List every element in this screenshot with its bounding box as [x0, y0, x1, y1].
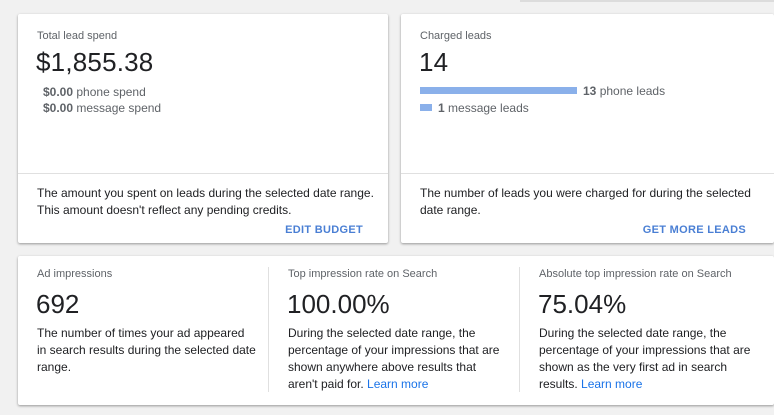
leads-value: 14 [419, 47, 449, 77]
metric-separator [268, 267, 269, 392]
top-divider-line [520, 0, 774, 2]
absolute-top-impression-rate-description: During the selected date range, the perc… [539, 325, 761, 393]
phone-leads-count: 13 [583, 84, 597, 98]
spend-description: The amount you spent on leads during the… [37, 186, 374, 217]
message-leads-label: message leads [448, 101, 529, 115]
charged-leads-card: Charged leads 14 13 phone leads 1 messag… [401, 14, 774, 243]
message-spend-label: message spend [76, 101, 162, 115]
phone-spend-label: phone spend [76, 85, 146, 99]
phone-leads-line: 13 phone leads [583, 84, 665, 98]
leads-description: The number of leads you were charged for… [420, 186, 751, 217]
card-divider [18, 173, 388, 174]
phone-leads-label: phone leads [599, 84, 666, 98]
message-spend-line: $0.00 message spend [43, 101, 161, 115]
impression-metrics-card: Ad impressions 692 The number of times y… [18, 256, 774, 405]
phone-spend-amount: $0.00 [43, 85, 74, 99]
spend-title: Total lead spend [37, 30, 118, 42]
edit-budget-button[interactable]: EDIT BUDGET [285, 224, 363, 236]
absolute-top-impression-rate-text: During the selected date range, the perc… [539, 326, 751, 391]
total-lead-spend-card: Total lead spend $1,855.38 $0.00 phone s… [18, 14, 388, 243]
message-leads-count: 1 [438, 101, 445, 115]
top-impression-rate-description: During the selected date range, the perc… [288, 325, 503, 393]
ad-impressions-description: The number of times your ad appeared in … [37, 325, 257, 376]
leads-title: Charged leads [420, 30, 492, 42]
learn-more-link[interactable]: Learn more [367, 377, 428, 391]
phone-leads-bar [420, 87, 577, 94]
phone-spend-line: $0.00 phone spend [43, 85, 146, 99]
top-impression-rate-value: 100.00% [287, 289, 390, 319]
spend-value: $1,855.38 [36, 47, 154, 77]
ad-impressions-title: Ad impressions [37, 268, 113, 280]
metric-separator [519, 267, 520, 392]
card-divider [401, 173, 774, 174]
ad-impressions-text: The number of times your ad appeared in … [37, 326, 256, 374]
message-spend-amount: $0.00 [43, 101, 74, 115]
absolute-top-impression-rate-title: Absolute top impression rate on Search [539, 268, 732, 280]
ad-impressions-value: 692 [36, 289, 80, 319]
message-leads-bar [420, 104, 432, 111]
get-more-leads-button[interactable]: GET MORE LEADS [643, 224, 746, 236]
absolute-top-impression-rate-value: 75.04% [538, 289, 627, 319]
top-impression-rate-title: Top impression rate on Search [288, 268, 438, 280]
message-leads-line: 1 message leads [438, 101, 529, 115]
learn-more-link[interactable]: Learn more [581, 377, 642, 391]
